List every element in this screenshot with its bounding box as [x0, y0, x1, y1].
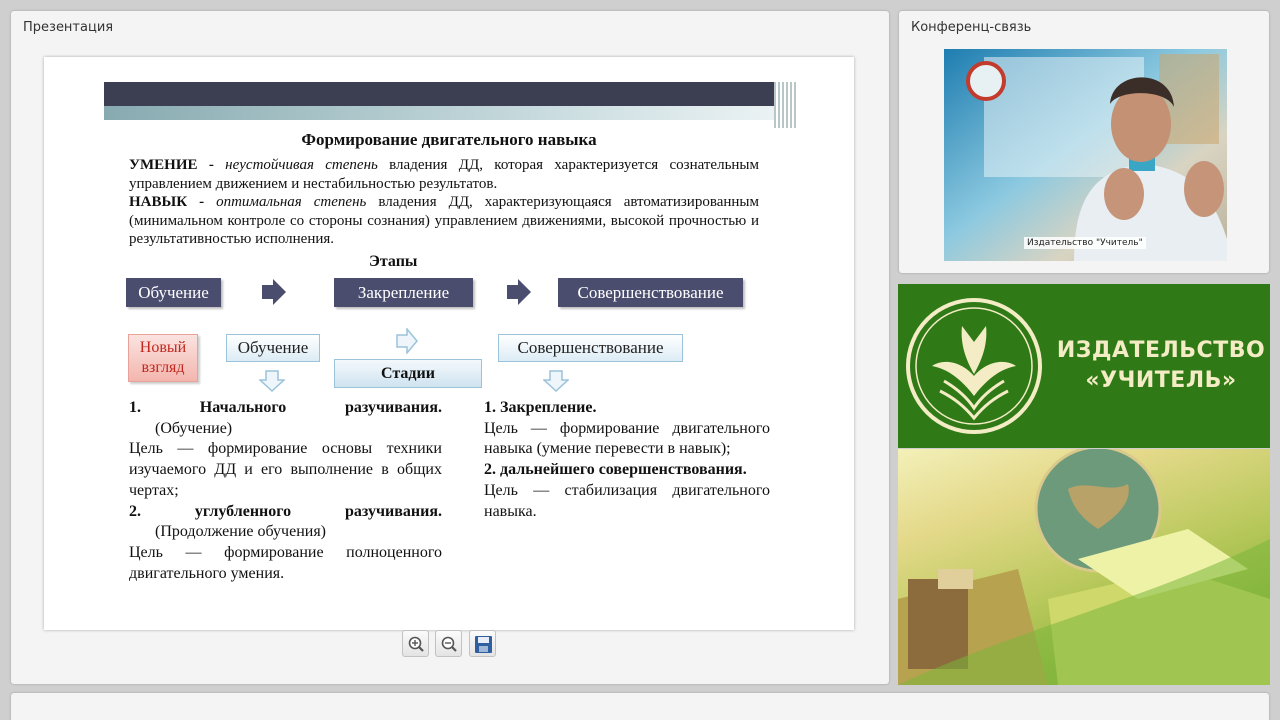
stage-zakreplenie: Закрепление — [334, 278, 473, 307]
left-item1-sub: (Обучение) — [155, 419, 233, 437]
zoom-out-button[interactable] — [435, 630, 462, 657]
save-icon — [475, 636, 492, 653]
right-item2-title: 2. дальнейшего совершенствования. — [484, 461, 747, 479]
presentation-panel-title: Презентация — [23, 20, 114, 35]
stage-sovershenstvovanie: Совершенствование — [558, 278, 743, 307]
publisher-logo: ИЗДАТЕЛЬСТВО «УЧИТЕЛЬ» — [898, 284, 1270, 448]
stadia-sovershenstvovanie: Совершенствование — [498, 334, 683, 362]
zoom-out-icon — [441, 636, 457, 652]
slide-heading: Формирование двигательного навыка — [301, 130, 597, 149]
books-illustration — [898, 449, 1270, 685]
arrow-down-outline-icon — [259, 370, 285, 392]
arrow-right-outline-icon — [396, 328, 418, 354]
definition-navyk: НАВЫК - оптимальная степень владения ДД,… — [129, 194, 759, 247]
conference-panel-title: Конференц-связь — [911, 20, 1032, 35]
zoom-in-button[interactable] — [402, 630, 429, 657]
umenie-term: УМЕНИЕ — [129, 157, 198, 173]
video-frame — [944, 49, 1227, 261]
save-button[interactable] — [469, 630, 496, 657]
left-item2-goal: Цель — формирование полноценного двигате… — [129, 543, 442, 582]
video-caption: Издательство "Учитель" — [1024, 237, 1146, 249]
slide: Формирование двигательного навыка УМЕНИЕ… — [44, 57, 854, 630]
left-item2-sub: (Продолжение обучения) — [155, 523, 326, 541]
navyk-term: НАВЫК — [129, 194, 188, 210]
video-feed[interactable]: Издательство "Учитель" — [944, 49, 1227, 261]
right-column: 1. Закрепление. Цель — формирование двиг… — [484, 398, 770, 522]
slide-header-band — [104, 82, 796, 128]
stage-obuchenie: Обучение — [126, 278, 221, 307]
zoom-in-icon — [408, 636, 424, 652]
conference-panel: Конференц-связь Издательство "Учитель" — [899, 11, 1269, 273]
publisher-emblem-icon — [906, 298, 1042, 434]
publisher-name: ИЗДАТЕЛЬСТВО «УЧИТЕЛЬ» — [1056, 338, 1266, 393]
new-look-box: Новый взгляд — [128, 334, 198, 382]
navyk-quality: оптимальная степень — [216, 194, 367, 210]
right-item1-goal: Цель — формирование двигательного навыка… — [484, 419, 770, 458]
books-globe-image — [898, 449, 1270, 685]
stadia-obuchenie: Обучение — [226, 334, 320, 362]
left-item2-title: 2. углубленного разучивания. — [129, 502, 442, 520]
presentation-panel: Презентация Формирование двигательного н… — [11, 11, 889, 684]
right-item1-title: 1. Закрепление. — [484, 399, 597, 416]
left-column: 1. Начального разучивания. (Обучение) Це… — [129, 398, 442, 584]
left-item1-title: 1. Начального разучивания. — [129, 399, 442, 416]
arrow-down-outline-icon — [543, 370, 569, 392]
etapy-title: Этапы — [369, 253, 418, 270]
right-item2-goal: Цель — стабилизация двигательного навыка… — [484, 481, 770, 520]
umenie-quality: неустойчивая степень — [225, 157, 378, 173]
footer-bar — [11, 693, 1269, 720]
definition-umenie: УМЕНИЕ - неустойчивая степень владения Д… — [129, 157, 760, 192]
left-item1-goal: Цель — формирование основы техники изуча… — [129, 440, 442, 499]
stadii-box: Стадии — [334, 359, 482, 388]
